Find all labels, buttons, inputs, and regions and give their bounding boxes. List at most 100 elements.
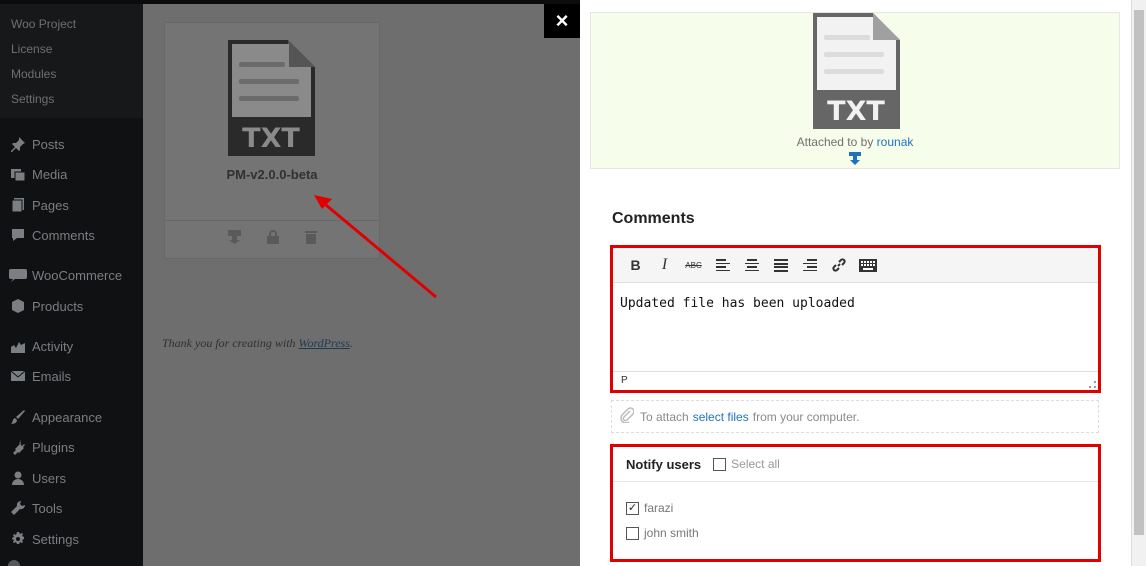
checkbox-icon[interactable] bbox=[713, 457, 727, 471]
link-icon[interactable] bbox=[824, 253, 853, 277]
sidebar-item-tools[interactable]: Tools bbox=[0, 495, 143, 521]
attached-user-link[interactable]: rounak bbox=[877, 135, 914, 149]
media-icon bbox=[0, 166, 32, 182]
file-type-label: TXT bbox=[827, 96, 885, 127]
sidebar-item-appearance[interactable]: Appearance bbox=[0, 404, 143, 430]
attach-prefix: To attach bbox=[640, 409, 689, 424]
woo-icon bbox=[0, 268, 32, 282]
strikethrough-icon[interactable]: ABC bbox=[679, 253, 708, 277]
sidebar-item-activity[interactable]: Activity bbox=[0, 333, 143, 359]
submenu-item-woo-project[interactable]: Woo Project bbox=[11, 17, 76, 31]
keyboard-icon[interactable] bbox=[853, 253, 882, 277]
sidebar-item-label: Media bbox=[32, 166, 68, 182]
wordpress-link[interactable]: WordPress bbox=[299, 336, 350, 350]
close-icon: × bbox=[555, 8, 569, 33]
lock-icon[interactable] bbox=[266, 230, 279, 249]
sidebar-item-users[interactable]: Users bbox=[0, 465, 143, 491]
notify-user-name: john smith bbox=[644, 526, 699, 540]
products-icon bbox=[0, 298, 32, 314]
sidebar-more-icon bbox=[8, 560, 20, 566]
sidebar-item-label: Products bbox=[32, 298, 84, 314]
scrollbar-thumb[interactable] bbox=[1134, 10, 1144, 535]
sidebar-item-woocommerce[interactable]: WooCommerce bbox=[0, 262, 143, 288]
user-icon bbox=[0, 470, 32, 486]
sidebar-item-media[interactable]: Media bbox=[0, 161, 143, 187]
select-all-label: Select all bbox=[731, 457, 780, 471]
modal-scrollbar[interactable] bbox=[1131, 0, 1146, 566]
plugin-icon bbox=[0, 439, 32, 455]
download-icon[interactable] bbox=[227, 230, 241, 249]
sidebar-item-label: Posts bbox=[32, 136, 65, 152]
editor-toolbar: B I ABC bbox=[613, 248, 1098, 283]
file-type-label: TXT bbox=[242, 123, 300, 154]
submenu: Woo Project License Modules Settings bbox=[0, 0, 143, 118]
select-files-link[interactable]: select files bbox=[693, 410, 749, 424]
align-left-icon[interactable] bbox=[708, 253, 737, 277]
pages-icon bbox=[0, 197, 32, 213]
close-button[interactable]: × bbox=[544, 4, 580, 38]
align-justify-icon[interactable] bbox=[766, 253, 795, 277]
annotation-arrow bbox=[314, 195, 437, 299]
sidebar-item-label: Settings bbox=[32, 531, 79, 547]
align-right-icon[interactable] bbox=[795, 253, 824, 277]
footer-thanks-text: Thank you for creating with bbox=[162, 336, 296, 350]
attach-dropzone[interactable]: To attach select files from your compute… bbox=[611, 400, 1099, 433]
notify-title: Notify users bbox=[626, 456, 702, 472]
attached-info: Attached to by rounak bbox=[591, 135, 1119, 149]
settings-icon bbox=[0, 531, 32, 547]
resize-handle-icon[interactable] bbox=[1089, 381, 1096, 388]
checkbox-icon[interactable] bbox=[626, 526, 639, 540]
attached-text: Attached to by bbox=[796, 135, 874, 149]
sidebar-item-label: Appearance bbox=[32, 409, 103, 425]
sidebar-item-label: Comments bbox=[32, 227, 95, 243]
footer-thanks: Thank you for creating with WordPress. bbox=[162, 336, 353, 351]
editor-status-path: P bbox=[613, 371, 1098, 390]
sidebar-item-settings[interactable]: Settings bbox=[0, 526, 143, 552]
sidebar-item-label: Tools bbox=[32, 500, 63, 516]
brush-icon bbox=[0, 409, 32, 425]
txt-file-icon: TXT bbox=[228, 40, 315, 161]
wrench-icon bbox=[0, 500, 32, 516]
email-icon bbox=[0, 368, 32, 384]
sidebar-item-posts[interactable]: Posts bbox=[0, 131, 143, 157]
submenu-item-license[interactable]: License bbox=[11, 42, 52, 56]
editor-content[interactable]: Updated file has been uploaded bbox=[620, 296, 855, 311]
notify-user-name: farazi bbox=[644, 501, 674, 515]
checked-checkbox-icon[interactable]: ✓ bbox=[626, 501, 639, 515]
submenu-item-settings[interactable]: Settings bbox=[11, 92, 54, 106]
pin-icon bbox=[0, 136, 32, 152]
notify-header: Notify users Select all bbox=[613, 447, 1098, 482]
sidebar-item-label: Plugins bbox=[32, 439, 75, 455]
file-name[interactable]: PM-v2.0.0-beta bbox=[165, 167, 379, 182]
sidebar-item-pages[interactable]: Pages bbox=[0, 192, 143, 218]
attach-suffix: from your computer. bbox=[752, 409, 860, 424]
select-all-checkbox[interactable]: Select all bbox=[713, 457, 780, 471]
comments-title: Comments bbox=[612, 210, 695, 227]
align-center-icon[interactable] bbox=[737, 253, 766, 277]
sidebar-item-plugins[interactable]: Plugins bbox=[0, 434, 143, 460]
notify-user-farazi[interactable]: ✓ farazi bbox=[626, 501, 673, 515]
admin-sidebar: Woo Project License Modules Settings Pos… bbox=[0, 0, 143, 566]
sidebar-item-products[interactable]: Products bbox=[0, 293, 143, 319]
bold-icon[interactable]: B bbox=[621, 253, 650, 277]
sidebar-item-comments[interactable]: Comments bbox=[0, 222, 143, 248]
sidebar-item-label: Pages bbox=[32, 197, 69, 213]
comment-editor[interactable]: B I ABC Updated file has been uploaded P bbox=[610, 245, 1101, 393]
comment-icon bbox=[0, 227, 32, 243]
notify-users-box: Notify users Select all ✓ farazi john sm… bbox=[610, 444, 1101, 562]
file-modal: TXT Attached to by rounak Comments B I A… bbox=[580, 0, 1146, 566]
sidebar-item-label: Emails bbox=[32, 368, 72, 384]
activity-icon bbox=[0, 338, 32, 354]
sidebar-item-label: WooCommerce bbox=[32, 267, 123, 283]
download-icon[interactable] bbox=[849, 152, 861, 171]
sidebar-item-emails[interactable]: Emails bbox=[0, 363, 143, 389]
notify-user-john-smith[interactable]: john smith bbox=[626, 526, 699, 540]
italic-icon[interactable]: I bbox=[650, 253, 679, 277]
sidebar-item-label: Activity bbox=[32, 338, 74, 354]
txt-file-icon: TXT bbox=[813, 13, 900, 134]
footer-thanks-end: . bbox=[349, 336, 353, 350]
file-preview: TXT Attached to by rounak bbox=[590, 12, 1120, 169]
paperclip-icon bbox=[620, 407, 635, 426]
sidebar-item-label: Users bbox=[32, 470, 66, 486]
submenu-item-modules[interactable]: Modules bbox=[11, 67, 56, 81]
